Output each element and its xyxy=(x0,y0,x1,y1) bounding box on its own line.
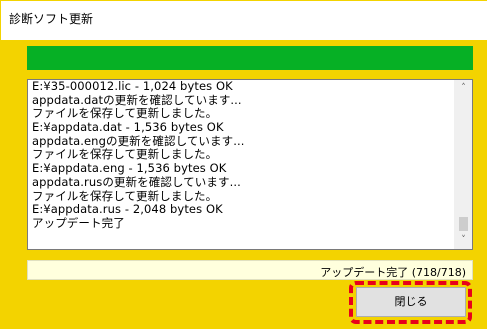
log-line: ファイルを保存して更新しました。 xyxy=(32,106,218,121)
update-log[interactable]: E:¥35-000012.lic - 1,024 bytes OK appdata… xyxy=(27,79,473,250)
chevron-down-icon[interactable]: ˅ xyxy=(455,232,472,249)
progress-bar-fill xyxy=(27,46,473,70)
update-dialog: 診断ソフト更新 E:¥35-000012.lic - 1,024 bytes O… xyxy=(0,0,487,329)
log-line: E:¥appdata.rus - 2,048 bytes OK xyxy=(32,202,223,217)
title-bar[interactable]: 診断ソフト更新 xyxy=(1,1,487,40)
scrollbar-thumb[interactable] xyxy=(459,217,468,231)
log-line: E:¥35-000012.lic - 1,024 bytes OK xyxy=(32,80,233,93)
log-line: ファイルを保存して更新しました。 xyxy=(32,147,218,162)
window-title: 診断ソフト更新 xyxy=(9,12,94,26)
status-text: アップデート完了 (718/718) xyxy=(320,266,466,279)
log-line: E:¥appdata.eng - 1,536 bytes OK xyxy=(32,161,227,176)
log-line: appdata.rusの更新を確認しています... xyxy=(32,174,241,189)
progress-bar xyxy=(27,46,473,70)
log-line: appdata.engの更新を確認しています... xyxy=(32,133,245,148)
log-scrollbar[interactable]: ˄ ˅ xyxy=(454,80,472,249)
log-line: appdata.datの更新を確認しています... xyxy=(32,92,242,107)
log-line: E:¥appdata.dat - 1,536 bytes OK xyxy=(32,120,224,135)
log-line: ファイルを保存して更新しました。 xyxy=(32,188,218,203)
status-bar: アップデート完了 (718/718) xyxy=(27,260,473,280)
chevron-up-icon[interactable]: ˄ xyxy=(455,80,472,97)
close-button[interactable]: 閉じる xyxy=(356,287,466,317)
log-line: アップデート完了 xyxy=(32,215,125,230)
log-text-area: E:¥35-000012.lic - 1,024 bytes OK appdata… xyxy=(32,80,450,231)
